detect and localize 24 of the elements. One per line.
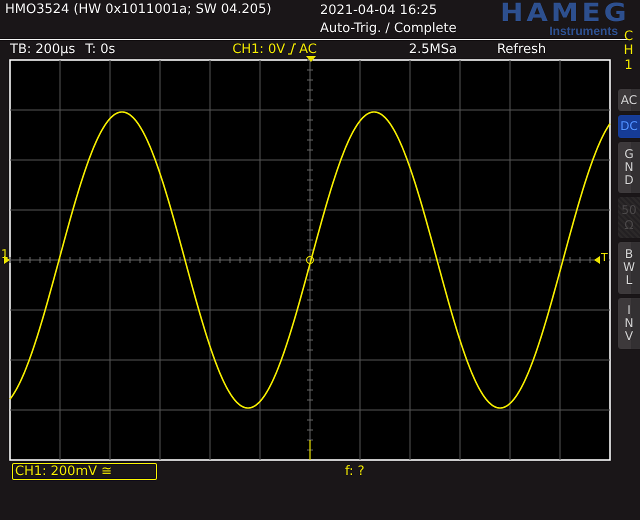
date-time: 2021-04-04 16:25: [320, 2, 438, 19]
brand-logo: HAMEG: [500, 0, 630, 25]
trigger-point-icon: [306, 256, 314, 264]
coupling-button[interactable]: AC: [618, 88, 640, 112]
menu-button[interactable]: BWL: [618, 242, 640, 294]
brand-subtitle: Instruments: [549, 25, 618, 37]
acquisition-status: Auto-Trig. / Complete: [320, 20, 457, 37]
device-title: HMO3524 (HW 0x1011001a; SW 04.205): [4, 1, 272, 17]
menu-title: CH1: [622, 30, 634, 73]
menu-button[interactable]: INV: [618, 298, 640, 350]
channel-scale-label: CH1: 200mV ≅: [12, 463, 157, 480]
acquisition-mode-label: Refresh: [496, 42, 546, 56]
trigger-position-icon: [306, 56, 316, 62]
menu-button[interactable]: GND: [618, 142, 640, 194]
frequency-readout: f: ?: [345, 464, 365, 479]
ground-arrow-icon: [4, 256, 10, 264]
sample-rate-label: 2.5MSa: [408, 42, 457, 56]
trigger-level-marker: T: [600, 252, 609, 264]
timebase-label: TB: 200µs: [10, 42, 76, 56]
trigger-channel-label: CH1: 0V: [232, 42, 286, 56]
trigger-arrow-icon: [594, 256, 600, 264]
trigger-position-tick: [309, 440, 311, 460]
trigger-time-label: T: 0s: [85, 42, 116, 56]
coupling-label: AC: [299, 42, 317, 56]
